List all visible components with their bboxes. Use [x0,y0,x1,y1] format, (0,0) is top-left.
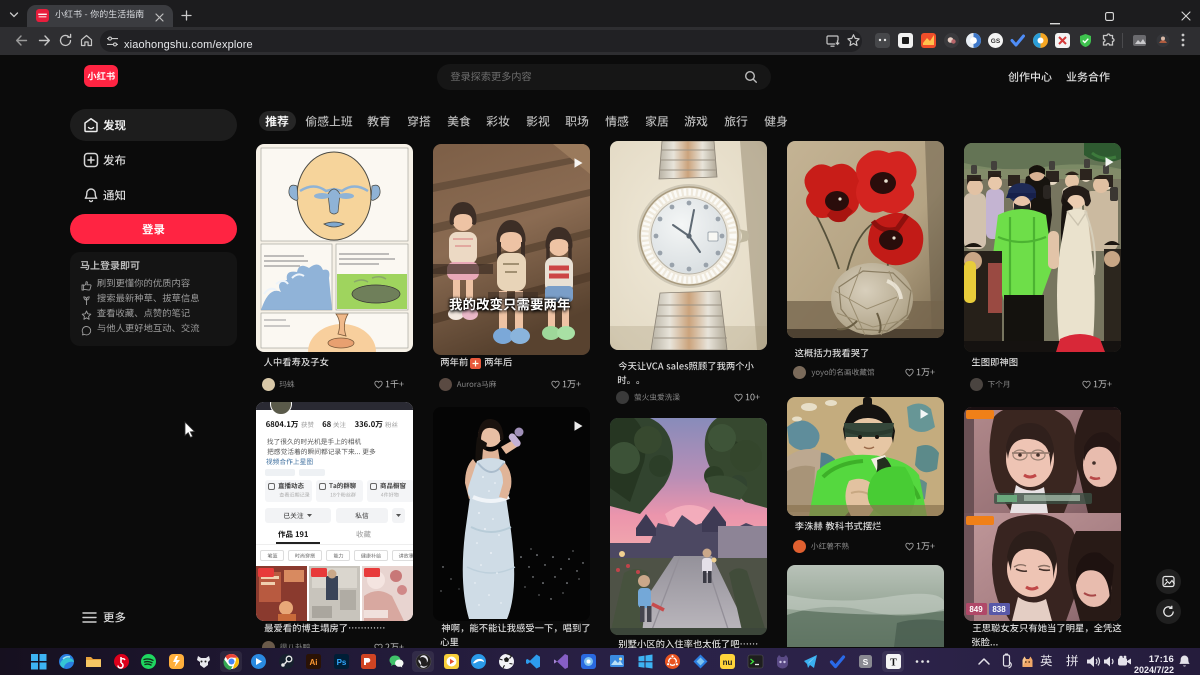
svg-text:T: T [890,658,897,669]
svg-text:Ps: Ps [337,658,347,667]
svg-text:849: 849 [969,605,983,614]
svg-text:nu: nu [723,658,733,667]
svg-text:S: S [863,657,869,667]
svg-text:838: 838 [992,605,1006,614]
svg-text:GS: GS [991,38,1001,45]
svg-text:Ai: Ai [310,658,318,667]
